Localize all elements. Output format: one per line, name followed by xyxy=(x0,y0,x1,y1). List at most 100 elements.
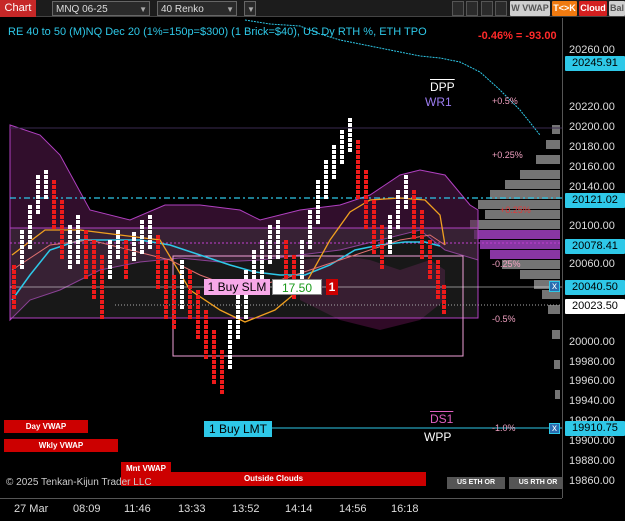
renko-brick xyxy=(332,175,336,179)
renko-brick xyxy=(356,155,360,159)
bal-button[interactable]: Bal xyxy=(609,1,625,16)
renko-brick xyxy=(212,370,216,374)
dropdown-button[interactable]: ▼ xyxy=(244,1,256,16)
renko-brick xyxy=(188,300,192,304)
price-tick: 19860.00 xyxy=(569,475,615,487)
instrument-selector[interactable]: MNQ 06-25 ▼ xyxy=(52,1,150,16)
renko-brick xyxy=(332,155,336,159)
renko-brick xyxy=(404,185,408,189)
renko-brick xyxy=(300,255,304,259)
toolbar-button-4[interactable] xyxy=(495,1,507,16)
buy-slm-price[interactable]: 17.50 xyxy=(272,279,322,295)
buy-slm-order-tag[interactable]: 1 Buy SLM xyxy=(204,279,270,295)
buy-slm-qty[interactable]: 1 xyxy=(326,279,338,295)
toolbar-button-2[interactable] xyxy=(466,1,478,16)
renko-brick xyxy=(100,295,104,299)
renko-brick xyxy=(132,237,136,241)
wkly-vwap-button[interactable]: Wkly VWAP xyxy=(4,439,118,452)
tk-button[interactable]: T<>K xyxy=(552,1,577,16)
buy-lmt-order-tag[interactable]: 1 Buy LMT xyxy=(204,421,272,437)
renko-brick xyxy=(276,245,280,249)
renko-brick xyxy=(92,265,96,269)
renko-brick xyxy=(76,225,80,229)
renko-brick xyxy=(84,260,88,264)
renko-brick xyxy=(164,265,168,269)
renko-brick xyxy=(442,300,446,304)
renko-brick xyxy=(100,280,104,284)
renko-brick xyxy=(36,175,40,179)
renko-brick xyxy=(276,255,280,259)
renko-brick xyxy=(212,355,216,359)
renko-brick xyxy=(308,220,312,224)
renko-brick xyxy=(428,240,432,244)
renko-brick xyxy=(316,210,320,214)
renko-brick xyxy=(436,295,440,299)
price-tick: 20060.00 xyxy=(569,258,615,270)
renko-brick xyxy=(140,245,144,249)
renko-brick xyxy=(396,215,400,219)
renko-brick xyxy=(84,265,88,269)
renko-brick xyxy=(316,215,320,219)
time-axis[interactable]: 27 Mar 08:09 11:46 13:33 13:52 14:14 14:… xyxy=(0,498,562,521)
close-icon[interactable]: x xyxy=(549,281,560,292)
price-label-last: 20023.50 xyxy=(565,299,625,314)
renko-brick xyxy=(28,220,32,224)
toolbar-button-1[interactable] xyxy=(452,1,464,16)
renko-brick xyxy=(268,240,272,244)
renko-brick xyxy=(100,315,104,319)
toolbar-button-3[interactable] xyxy=(481,1,493,16)
volume-profile-bar xyxy=(474,230,560,239)
renko-brick xyxy=(132,232,136,236)
renko-brick xyxy=(372,245,376,249)
price-tick: 20100.00 xyxy=(569,220,615,232)
renko-brick xyxy=(364,200,368,204)
close-icon[interactable]: x xyxy=(549,423,560,434)
renko-brick xyxy=(124,270,128,274)
volume-profile-bar xyxy=(480,240,560,249)
copyright-text: © 2025 Tenkan-Kijun Trader LLC xyxy=(6,477,152,488)
renko-brick xyxy=(204,345,208,349)
renko-brick xyxy=(180,305,184,309)
outside-clouds-button[interactable]: Outside Clouds xyxy=(121,472,426,486)
renko-brick xyxy=(164,315,168,319)
renko-brick xyxy=(172,285,176,289)
day-vwap-button[interactable]: Day VWAP xyxy=(4,420,88,433)
renko-brick xyxy=(180,270,184,274)
renko-brick xyxy=(356,165,360,169)
volume-profile-bar xyxy=(555,390,560,399)
renko-brick xyxy=(284,265,288,269)
renko-brick xyxy=(12,290,16,294)
us-rth-or-button[interactable]: US RTH OR xyxy=(509,477,567,489)
renko-brick xyxy=(92,285,96,289)
renko-brick xyxy=(36,210,40,214)
renko-brick xyxy=(28,215,32,219)
renko-brick xyxy=(196,305,200,309)
renko-brick xyxy=(380,230,384,234)
renko-brick xyxy=(28,225,32,229)
volume-profile-bar xyxy=(548,305,560,314)
renko-brick xyxy=(300,240,304,244)
renko-brick xyxy=(228,355,232,359)
renko-brick xyxy=(84,240,88,244)
renko-brick xyxy=(364,225,368,229)
cloud-button[interactable]: Cloud xyxy=(579,1,607,16)
us-eth-or-button[interactable]: US ETH OR xyxy=(447,477,505,489)
renko-brick xyxy=(20,235,24,239)
renko-brick xyxy=(20,250,24,254)
renko-brick xyxy=(340,135,344,139)
renko-brick xyxy=(156,235,160,239)
volume-profile-bar xyxy=(552,330,560,339)
renko-brick xyxy=(436,275,440,279)
renko-brick xyxy=(300,250,304,254)
price-label-top: 20245.91 xyxy=(565,56,625,71)
renko-brick xyxy=(236,315,240,319)
time-tick: 16:18 xyxy=(391,503,419,515)
price-axis[interactable]: 20260.00 20220.00 20200.00 20180.00 2016… xyxy=(562,18,625,498)
chart-tab[interactable]: Chart xyxy=(0,0,36,17)
renko-brick xyxy=(60,250,64,254)
percent-change-readout: -0.46% = -93.00 xyxy=(478,30,557,42)
renko-brick xyxy=(52,190,56,194)
bar-type-selector[interactable]: 40 Renko ▼ xyxy=(157,1,237,16)
w-vwap-button[interactable]: W VWAP xyxy=(510,1,550,16)
renko-brick xyxy=(100,265,104,269)
